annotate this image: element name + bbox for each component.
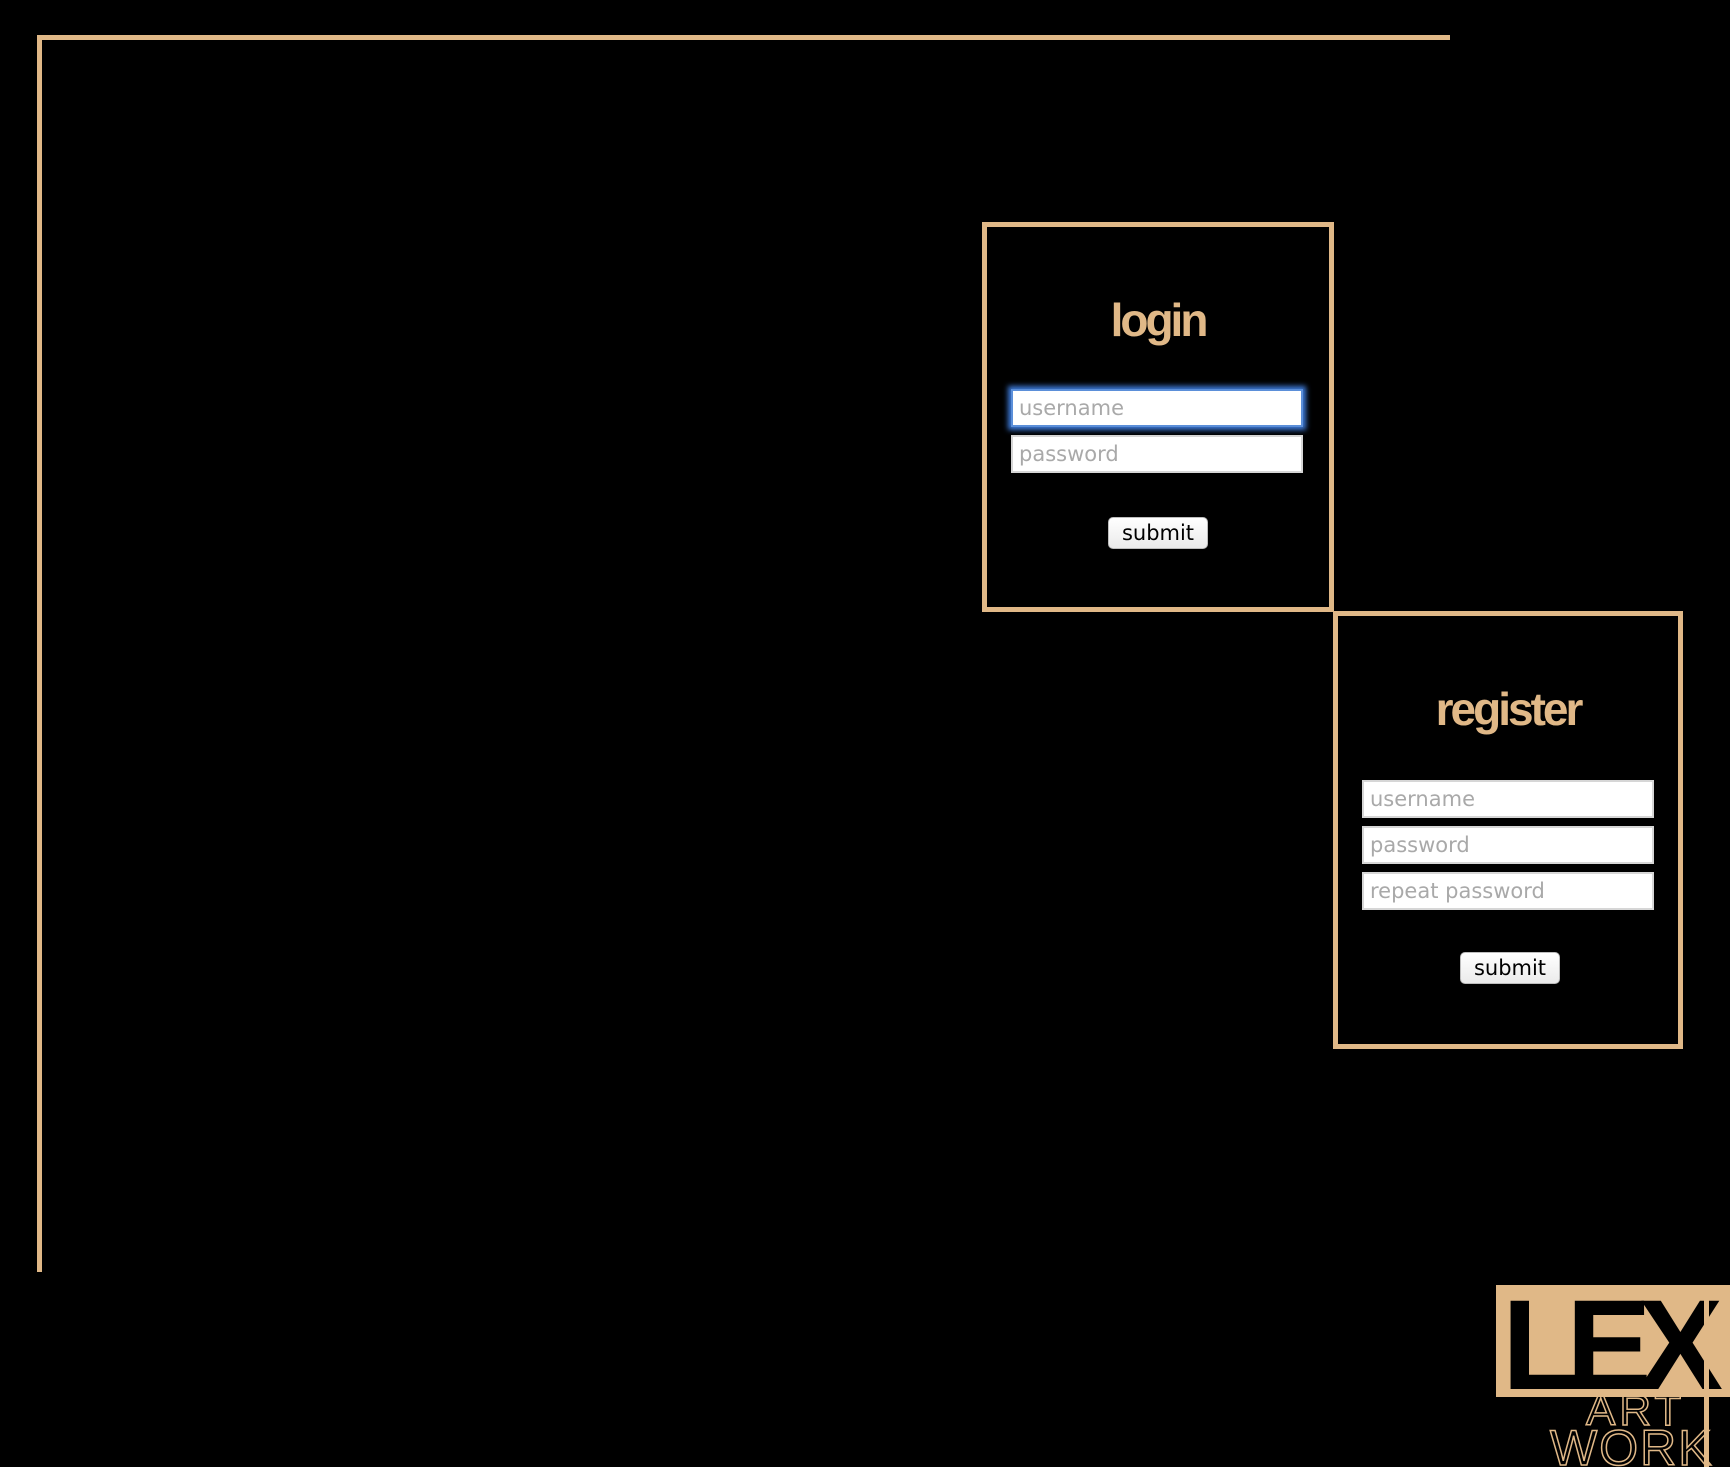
- register-repeat-password-input[interactable]: [1362, 872, 1654, 910]
- register-panel: register submit: [1333, 611, 1683, 1049]
- login-submit-button[interactable]: submit: [1108, 517, 1208, 549]
- register-submit-button[interactable]: submit: [1460, 952, 1560, 984]
- lex-artwork-logo: LEX ART WORK: [1496, 1274, 1730, 1467]
- frame-border-top: [37, 35, 1450, 40]
- register-password-input[interactable]: [1362, 826, 1654, 864]
- register-title: register: [1435, 683, 1584, 735]
- login-username-input[interactable]: [1011, 389, 1303, 427]
- logo-work-text: WORK: [1550, 1420, 1714, 1467]
- login-title: login: [1110, 294, 1209, 346]
- frame-border-left: [37, 35, 42, 1272]
- login-panel: login submit: [982, 222, 1334, 612]
- logo-graphic: LEX ART WORK: [1496, 1274, 1730, 1467]
- login-password-input[interactable]: [1011, 435, 1303, 473]
- register-username-input[interactable]: [1362, 780, 1654, 818]
